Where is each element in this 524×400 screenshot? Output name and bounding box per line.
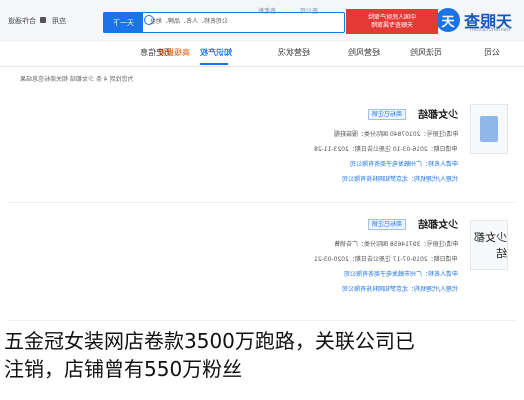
ad-banner[interactable]: 中国人民财产保险 天眼查专属保障 xyxy=(346,9,438,34)
status-badge: 商标已注销 xyxy=(367,109,406,120)
ad-line-1: 中国人民财产保险 xyxy=(367,13,416,21)
nav-apps[interactable]: 应用 xyxy=(52,16,66,26)
apps-grid-icon xyxy=(40,17,46,23)
trademark-text-logo: 少女都结 xyxy=(474,231,507,260)
news-caption-overlay: 五金冠女装网店卷款3500万跑路，关联公司已 注销，店铺曾有550万粉丝 xyxy=(0,321,524,400)
caption-line-1: 五金冠女装网店卷款3500万跑路，关联公司已 xyxy=(4,329,415,353)
nav-partner[interactable]: 合作通道 xyxy=(8,16,36,26)
search-button[interactable]: 天一下 xyxy=(103,12,143,33)
trademark-card[interactable]: 少女都结 少女都结 商标已注销 申请/注册号：39714658 国际分类：广告销… xyxy=(8,206,516,321)
tab-legal-risk[interactable]: 司法风险 xyxy=(410,47,442,58)
ad-line-2: 天眼查专属保障 xyxy=(370,21,413,29)
search-type-company[interactable]: 查公司 xyxy=(300,6,318,15)
result-count-header: 为您找到 4 条 少女都结 相关商标信息结果 xyxy=(20,76,134,83)
trademark-title[interactable]: 少女都结 xyxy=(418,216,458,231)
registration-info: 申请/注册号：39714658 国际分类：广告销售 xyxy=(333,241,458,248)
tab-intellectual-property[interactable]: 知识产权 xyxy=(200,47,232,58)
tianyancha-logo[interactable]: 天 天眼查 TianYanCha.com xyxy=(436,5,516,35)
logo-subtext: TianYanCha.com xyxy=(470,27,512,33)
trademark-thumbnail[interactable] xyxy=(470,104,508,154)
category-tabs: 公司 司法风险 经营风险 经营状况 知识产权 历史信息 高级搜索 xyxy=(0,42,524,67)
tab-operating-status[interactable]: 经营状况 xyxy=(278,47,310,58)
tab-advanced-search[interactable]: 高级搜索 xyxy=(158,47,190,58)
logo-mark-icon: 天 xyxy=(436,8,460,32)
applicant-link[interactable]: 申请人名称：广州触发电子商务有限公司 xyxy=(350,159,458,168)
trademark-card[interactable]: 少女都结 商标已注销 申请/注册号：20107840 国际分类：服装鞋帽 申请日… xyxy=(8,90,516,203)
search-button-label: 天一下 xyxy=(112,18,134,27)
tab-company[interactable]: 公司 xyxy=(484,47,500,58)
agent-link[interactable]: 代理人/代理机构：北京梦知网科技有限公司 xyxy=(342,284,458,293)
caption-line-2: 注销，店铺曾有550万粉丝 xyxy=(4,357,243,381)
date-info: 申请日期：2019-07-17 注册公告日期：2020-03-21 xyxy=(314,256,458,263)
agent-link[interactable]: 代理人/代理机构：北京梦知网科技有限公司 xyxy=(342,174,458,183)
applicant-link[interactable]: 申请人名称：广州市触发电子商务有限公司 xyxy=(344,269,458,278)
registration-info: 申请/注册号：20107840 国际分类：服装鞋帽 xyxy=(333,131,458,138)
status-badge: 商标已注销 xyxy=(367,219,406,230)
search-type-boss[interactable]: 查老板 xyxy=(258,6,276,15)
active-tab-indicator xyxy=(200,63,228,65)
tab-operating-risk[interactable]: 经营风险 xyxy=(348,47,380,58)
date-info: 申请日期：2016-03-10 注册公告日期：2023-11-28 xyxy=(314,146,458,153)
book-icon xyxy=(480,116,498,142)
trademark-title[interactable]: 少女都结 xyxy=(418,106,458,121)
trademark-thumbnail[interactable]: 少女都结 xyxy=(470,220,508,270)
search-placeholder: 公司名称、人名、品牌、地址 xyxy=(150,18,229,25)
